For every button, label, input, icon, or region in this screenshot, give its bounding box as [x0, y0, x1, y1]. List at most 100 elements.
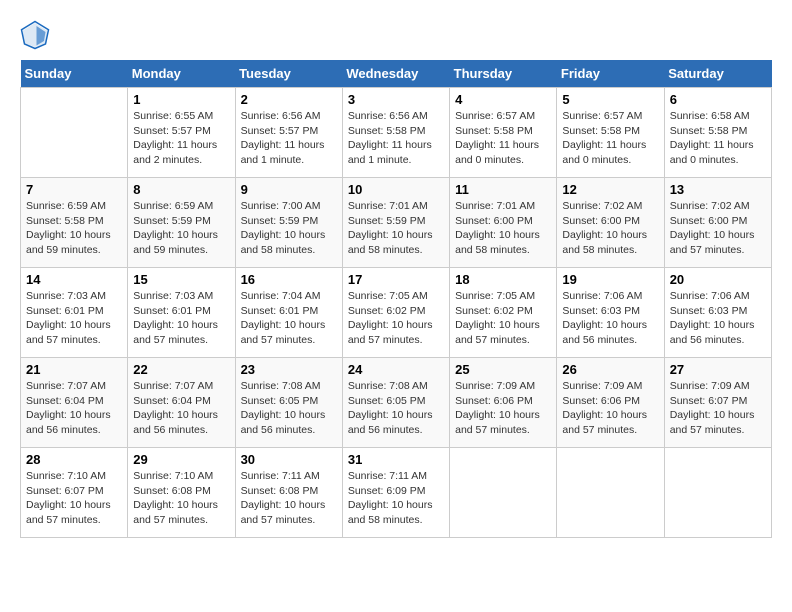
calendar-cell: 2 Sunrise: 6:56 AM Sunset: 5:57 PM Daylig…	[235, 88, 342, 178]
day-number: 20	[670, 272, 766, 287]
calendar-cell: 20 Sunrise: 7:06 AM Sunset: 6:03 PM Dayli…	[664, 268, 771, 358]
weekday-header-tuesday: Tuesday	[235, 60, 342, 88]
calendar-cell: 5Sunrise: 6:57 AM Sunset: 5:58 PM Daylig…	[557, 88, 664, 178]
weekday-header-saturday: Saturday	[664, 60, 771, 88]
calendar-week-5: 28Sunrise: 7:10 AM Sunset: 6:07 PM Dayli…	[21, 448, 772, 538]
day-number: 6	[670, 92, 766, 107]
calendar-cell: 13Sunrise: 7:02 AM Sunset: 6:00 PM Dayli…	[664, 178, 771, 268]
calendar-table: SundayMondayTuesdayWednesdayThursdayFrid…	[20, 60, 772, 538]
calendar-cell: 15 Sunrise: 7:03 AM Sunset: 6:01 PM Dayli…	[128, 268, 235, 358]
day-number: 29	[133, 452, 229, 467]
cell-info: Sunrise: 7:09 AM Sunset: 6:07 PM Dayligh…	[670, 379, 766, 438]
cell-info: Sunrise: 7:03 AM Sunset: 6:01 PM Dayligh…	[26, 289, 122, 348]
cell-info: Sunrise: 7:02 AM Sunset: 6:00 PM Dayligh…	[562, 199, 658, 258]
day-number: 16	[241, 272, 337, 287]
day-number: 8	[133, 182, 229, 197]
day-number: 7	[26, 182, 122, 197]
cell-info: Sunrise: 6:57 AM Sunset: 5:58 PM Dayligh…	[455, 109, 551, 168]
calendar-cell: 16 Sunrise: 7:04 AM Sunset: 6:01 PM Dayli…	[235, 268, 342, 358]
calendar-cell: 26Sunrise: 7:09 AM Sunset: 6:06 PM Dayli…	[557, 358, 664, 448]
calendar-body: 1 Sunrise: 6:55 AM Sunset: 5:57 PM Daylig…	[21, 88, 772, 538]
weekday-header-sunday: Sunday	[21, 60, 128, 88]
weekday-header-thursday: Thursday	[450, 60, 557, 88]
calendar-cell: 25Sunrise: 7:09 AM Sunset: 6:06 PM Dayli…	[450, 358, 557, 448]
day-number: 15	[133, 272, 229, 287]
cell-info: Sunrise: 7:06 AM Sunset: 6:03 PM Dayligh…	[562, 289, 658, 348]
cell-info: Sunrise: 7:02 AM Sunset: 6:00 PM Dayligh…	[670, 199, 766, 258]
calendar-cell: 17 Sunrise: 7:05 AM Sunset: 6:02 PM Dayli…	[342, 268, 449, 358]
calendar-week-3: 14 Sunrise: 7:03 AM Sunset: 6:01 PM Dayli…	[21, 268, 772, 358]
weekday-header-wednesday: Wednesday	[342, 60, 449, 88]
cell-info: Sunrise: 6:55 AM Sunset: 5:57 PM Dayligh…	[133, 109, 229, 168]
calendar-cell: 7 Sunrise: 6:59 AM Sunset: 5:58 PM Daylig…	[21, 178, 128, 268]
cell-info: Sunrise: 7:01 AM Sunset: 6:00 PM Dayligh…	[455, 199, 551, 258]
cell-info: Sunrise: 7:10 AM Sunset: 6:08 PM Dayligh…	[133, 469, 229, 528]
cell-info: Sunrise: 7:05 AM Sunset: 6:02 PM Dayligh…	[348, 289, 444, 348]
cell-info: Sunrise: 7:06 AM Sunset: 6:03 PM Dayligh…	[670, 289, 766, 348]
cell-info: Sunrise: 7:11 AM Sunset: 6:08 PM Dayligh…	[241, 469, 337, 528]
calendar-cell: 28Sunrise: 7:10 AM Sunset: 6:07 PM Dayli…	[21, 448, 128, 538]
cell-info: Sunrise: 7:03 AM Sunset: 6:01 PM Dayligh…	[133, 289, 229, 348]
day-number: 25	[455, 362, 551, 377]
calendar-cell: 18 Sunrise: 7:05 AM Sunset: 6:02 PM Dayli…	[450, 268, 557, 358]
cell-info: Sunrise: 7:08 AM Sunset: 6:05 PM Dayligh…	[348, 379, 444, 438]
cell-info: Sunrise: 7:04 AM Sunset: 6:01 PM Dayligh…	[241, 289, 337, 348]
calendar-cell: 31 Sunrise: 7:11 AM Sunset: 6:09 PM Dayli…	[342, 448, 449, 538]
calendar-cell	[450, 448, 557, 538]
calendar-cell: 8Sunrise: 6:59 AM Sunset: 5:59 PM Daylig…	[128, 178, 235, 268]
day-number: 1	[133, 92, 229, 107]
calendar-cell	[557, 448, 664, 538]
cell-info: Sunrise: 6:56 AM Sunset: 5:58 PM Dayligh…	[348, 109, 444, 168]
cell-info: Sunrise: 7:00 AM Sunset: 5:59 PM Dayligh…	[241, 199, 337, 258]
calendar-cell: 6 Sunrise: 6:58 AM Sunset: 5:58 PM Daylig…	[664, 88, 771, 178]
day-number: 21	[26, 362, 122, 377]
header-row: SundayMondayTuesdayWednesdayThursdayFrid…	[21, 60, 772, 88]
cell-info: Sunrise: 7:05 AM Sunset: 6:02 PM Dayligh…	[455, 289, 551, 348]
day-number: 31	[348, 452, 444, 467]
cell-info: Sunrise: 6:58 AM Sunset: 5:58 PM Dayligh…	[670, 109, 766, 168]
cell-info: Sunrise: 6:56 AM Sunset: 5:57 PM Dayligh…	[241, 109, 337, 168]
cell-info: Sunrise: 7:11 AM Sunset: 6:09 PM Dayligh…	[348, 469, 444, 528]
calendar-cell: 4 Sunrise: 6:57 AM Sunset: 5:58 PM Daylig…	[450, 88, 557, 178]
day-number: 9	[241, 182, 337, 197]
day-number: 23	[241, 362, 337, 377]
calendar-cell: 24 Sunrise: 7:08 AM Sunset: 6:05 PM Dayli…	[342, 358, 449, 448]
calendar-cell: 3 Sunrise: 6:56 AM Sunset: 5:58 PM Daylig…	[342, 88, 449, 178]
day-number: 2	[241, 92, 337, 107]
day-number: 5	[562, 92, 658, 107]
cell-info: Sunrise: 6:59 AM Sunset: 5:58 PM Dayligh…	[26, 199, 122, 258]
day-number: 17	[348, 272, 444, 287]
day-number: 28	[26, 452, 122, 467]
calendar-cell: 30 Sunrise: 7:11 AM Sunset: 6:08 PM Dayli…	[235, 448, 342, 538]
day-number: 18	[455, 272, 551, 287]
logo-icon	[20, 20, 50, 50]
day-number: 22	[133, 362, 229, 377]
calendar-cell	[664, 448, 771, 538]
cell-info: Sunrise: 7:08 AM Sunset: 6:05 PM Dayligh…	[241, 379, 337, 438]
calendar-cell: 22 Sunrise: 7:07 AM Sunset: 6:04 PM Dayli…	[128, 358, 235, 448]
calendar-cell: 14 Sunrise: 7:03 AM Sunset: 6:01 PM Dayli…	[21, 268, 128, 358]
calendar-week-1: 1 Sunrise: 6:55 AM Sunset: 5:57 PM Daylig…	[21, 88, 772, 178]
day-number: 14	[26, 272, 122, 287]
day-number: 4	[455, 92, 551, 107]
calendar-cell: 9 Sunrise: 7:00 AM Sunset: 5:59 PM Daylig…	[235, 178, 342, 268]
calendar-cell: 19Sunrise: 7:06 AM Sunset: 6:03 PM Dayli…	[557, 268, 664, 358]
calendar-cell: 1 Sunrise: 6:55 AM Sunset: 5:57 PM Daylig…	[128, 88, 235, 178]
cell-info: Sunrise: 7:07 AM Sunset: 6:04 PM Dayligh…	[133, 379, 229, 438]
day-number: 3	[348, 92, 444, 107]
cell-info: Sunrise: 7:01 AM Sunset: 5:59 PM Dayligh…	[348, 199, 444, 258]
calendar-cell	[21, 88, 128, 178]
page-header	[20, 20, 772, 50]
calendar-cell: 23 Sunrise: 7:08 AM Sunset: 6:05 PM Dayli…	[235, 358, 342, 448]
weekday-header-monday: Monday	[128, 60, 235, 88]
logo	[20, 20, 54, 50]
cell-info: Sunrise: 7:07 AM Sunset: 6:04 PM Dayligh…	[26, 379, 122, 438]
weekday-header-friday: Friday	[557, 60, 664, 88]
day-number: 27	[670, 362, 766, 377]
day-number: 30	[241, 452, 337, 467]
day-number: 26	[562, 362, 658, 377]
calendar-cell: 12Sunrise: 7:02 AM Sunset: 6:00 PM Dayli…	[557, 178, 664, 268]
calendar-header: SundayMondayTuesdayWednesdayThursdayFrid…	[21, 60, 772, 88]
day-number: 24	[348, 362, 444, 377]
day-number: 11	[455, 182, 551, 197]
